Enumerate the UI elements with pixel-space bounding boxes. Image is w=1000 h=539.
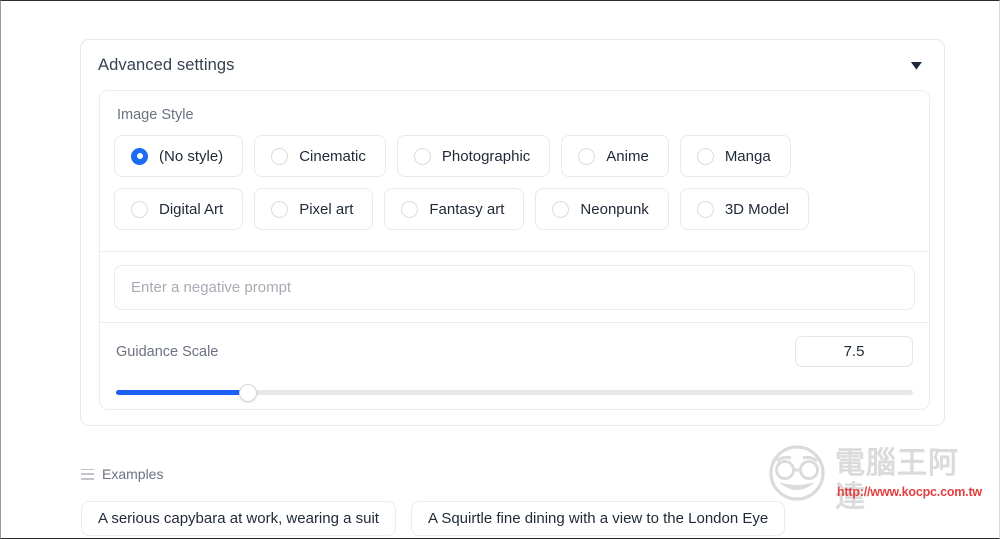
radio-icon[interactable] bbox=[271, 147, 289, 165]
radio-icon[interactable] bbox=[413, 147, 431, 165]
style-option-no-style[interactable]: (No style) bbox=[114, 135, 244, 177]
advanced-settings-panel: Advanced settings ▼ Image Style (No styl… bbox=[80, 39, 945, 426]
radio-icon[interactable] bbox=[131, 147, 148, 165]
slider-fill bbox=[116, 390, 248, 395]
radio-icon[interactable] bbox=[131, 200, 148, 218]
mascot-face-icon bbox=[769, 445, 825, 501]
guidance-scale-label: Guidance Scale bbox=[116, 343, 219, 360]
settings-card: Image Style (No style) Cinematic Photogr… bbox=[99, 90, 930, 410]
image-style-row-1: (No style) Cinematic Photographic Anime bbox=[114, 135, 915, 177]
image-style-section: Image Style (No style) Cinematic Photogr… bbox=[100, 91, 929, 251]
image-style-label: Image Style bbox=[117, 107, 194, 123]
example-chip-2[interactable]: A Squirtle fine dining with a view to th… bbox=[410, 501, 786, 536]
chevron-down-icon[interactable]: ▼ bbox=[907, 58, 926, 71]
example-chip-1[interactable]: A serious capybara at work, wearing a su… bbox=[81, 501, 396, 536]
radio-icon[interactable] bbox=[552, 200, 570, 218]
guidance-scale-value[interactable]: 7.5 bbox=[795, 336, 913, 367]
style-option-digital-art[interactable]: Digital Art bbox=[114, 188, 244, 230]
style-option-label: Anime bbox=[606, 147, 649, 165]
style-option-label: Cinematic bbox=[299, 147, 366, 165]
watermark: 電腦王阿達 http://www.kocpc.com.tw bbox=[761, 444, 989, 515]
style-option-label: Photographic bbox=[441, 147, 531, 165]
examples-list: A serious capybara at work, wearing a su… bbox=[81, 501, 786, 536]
style-option-label: Pixel art bbox=[299, 200, 354, 218]
app-window: Advanced settings ▼ Image Style (No styl… bbox=[0, 0, 1000, 539]
style-option-label: Neonpunk bbox=[580, 200, 649, 218]
radio-icon[interactable] bbox=[578, 147, 596, 165]
examples-label: Examples bbox=[102, 466, 164, 482]
style-option-label: Digital Art bbox=[159, 200, 224, 218]
style-option-fantasy-art[interactable]: Fantasy art bbox=[384, 188, 525, 230]
style-option-cinematic[interactable]: Cinematic bbox=[254, 135, 386, 177]
style-option-photographic[interactable]: Photographic bbox=[396, 135, 551, 177]
image-style-row-2: Digital Art Pixel art Fantasy art Neonpu… bbox=[114, 188, 915, 230]
list-icon bbox=[81, 468, 94, 480]
page-title: Advanced settings bbox=[98, 55, 235, 74]
radio-icon[interactable] bbox=[696, 147, 714, 165]
style-option-neonpunk[interactable]: Neonpunk bbox=[535, 188, 669, 230]
guidance-scale-section: Guidance Scale 7.5 bbox=[100, 323, 929, 402]
slider-thumb[interactable] bbox=[238, 384, 257, 402]
style-option-3d-model[interactable]: 3D Model bbox=[679, 188, 810, 230]
style-option-anime[interactable]: Anime bbox=[561, 135, 669, 177]
watermark-brand: 電腦王阿達 bbox=[835, 446, 959, 515]
radio-icon[interactable] bbox=[401, 200, 419, 218]
watermark-url: http://www.kocpc.com.tw bbox=[837, 485, 982, 499]
style-option-pixel-art[interactable]: Pixel art bbox=[254, 188, 374, 230]
radio-icon[interactable] bbox=[271, 200, 289, 218]
style-option-label: Manga bbox=[724, 147, 771, 165]
radio-icon[interactable] bbox=[696, 200, 714, 218]
negative-prompt-input[interactable] bbox=[114, 265, 915, 310]
style-option-label: 3D Model bbox=[724, 200, 790, 218]
advanced-settings-header[interactable]: Advanced settings ▼ bbox=[81, 40, 944, 90]
style-option-label: Fantasy art bbox=[429, 200, 505, 218]
examples-header: Examples bbox=[81, 466, 163, 482]
negative-prompt-section bbox=[100, 252, 929, 322]
style-option-label: (No style) bbox=[159, 147, 224, 165]
style-option-manga[interactable]: Manga bbox=[679, 135, 791, 177]
guidance-scale-slider[interactable] bbox=[116, 384, 913, 402]
